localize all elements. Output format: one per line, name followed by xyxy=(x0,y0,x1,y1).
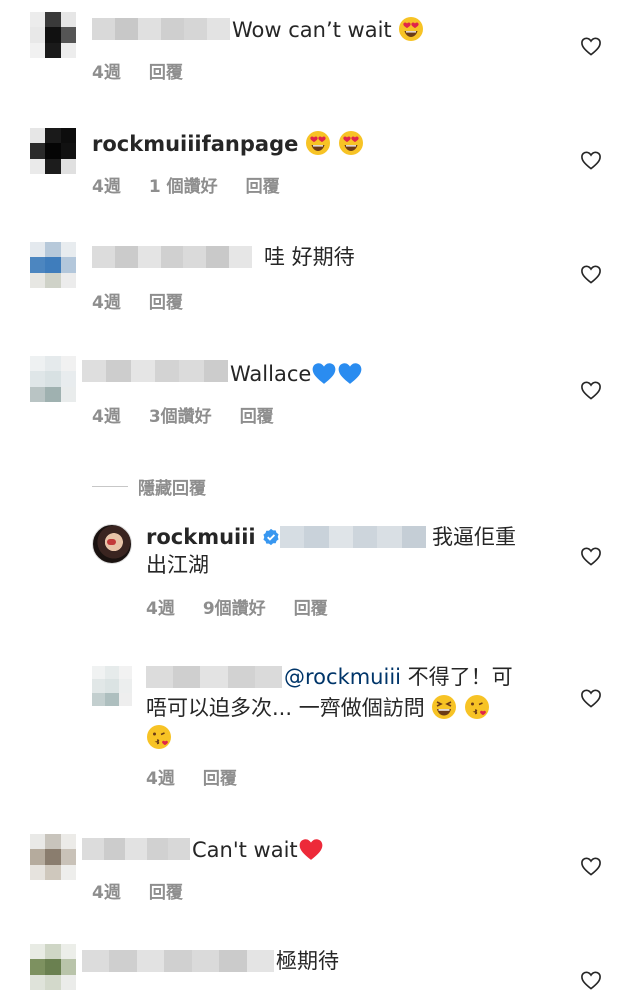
comment-meta: 4週 1 個讚好 回覆 xyxy=(92,172,280,197)
avatar[interactable] xyxy=(30,834,76,880)
avatar[interactable] xyxy=(30,944,76,990)
heart-outline-icon[interactable] xyxy=(580,380,602,400)
hide-replies-toggle[interactable]: 隱藏回覆 xyxy=(92,474,206,499)
reply-button[interactable]: 回覆 xyxy=(149,288,183,313)
avatar[interactable] xyxy=(92,524,132,564)
comment-meta: 4週 回覆 xyxy=(146,764,237,789)
red-heart-emoji xyxy=(298,836,324,862)
reply-button[interactable]: 回覆 xyxy=(149,58,183,83)
blurred-username[interactable] xyxy=(92,246,253,268)
blurred-username[interactable] xyxy=(82,950,274,972)
likes-count[interactable]: 1 個讚好 xyxy=(149,172,218,197)
mention-link[interactable]: @rockmuiii xyxy=(284,665,401,689)
username[interactable]: rockmuiii xyxy=(146,525,256,549)
heart-outline-icon[interactable] xyxy=(580,264,602,284)
avatar[interactable] xyxy=(30,128,76,174)
comment-text-line1: @rockmuiii 不得了！可 xyxy=(284,665,513,689)
comment-meta: 4週 3個讚好 回覆 xyxy=(92,402,274,427)
comment-text-line2: 出江湖 xyxy=(146,553,209,577)
blurred-username[interactable] xyxy=(92,18,230,40)
comment-text: rockmuiiifanpage xyxy=(92,130,364,157)
comment-time: 4週 xyxy=(146,599,175,619)
reply-button[interactable]: 回覆 xyxy=(246,172,280,197)
comment-time: 4週 xyxy=(92,407,121,427)
comment-text-line3 xyxy=(146,724,172,751)
comment-text-line1: 我逼佢重 xyxy=(432,525,516,549)
divider xyxy=(92,486,128,487)
comment-time: 4週 xyxy=(92,883,121,903)
comment-time: 4週 xyxy=(146,769,175,789)
grinning-squint-emoji xyxy=(431,694,457,720)
likes-count[interactable]: 9個讚好 xyxy=(203,594,266,619)
heart-eyes-emoji xyxy=(398,16,424,42)
blue-heart-emoji xyxy=(311,360,337,386)
username[interactable]: rockmuiiifanpage xyxy=(92,132,298,156)
comment-text-line2: 唔可以迫多次... 一齊做個訪問 xyxy=(146,694,490,721)
comment-meta: 4週 9個讚好 回覆 xyxy=(146,594,328,619)
verified-badge-icon xyxy=(263,528,279,546)
heart-outline-icon[interactable] xyxy=(580,150,602,170)
kissing-heart-emoji xyxy=(464,694,490,720)
avatar[interactable] xyxy=(92,666,132,706)
comment-time: 4週 xyxy=(92,63,121,83)
hide-replies-label[interactable]: 隱藏回覆 xyxy=(138,474,206,499)
comment-time: 4週 xyxy=(92,293,121,313)
likes-count[interactable]: 3個讚好 xyxy=(149,402,212,427)
comment-meta: 4週 回覆 xyxy=(92,58,183,83)
reply-button[interactable]: 回覆 xyxy=(294,594,328,619)
heart-outline-icon[interactable] xyxy=(580,970,602,990)
heart-eyes-emoji xyxy=(305,130,331,156)
comment-text: 極期待 xyxy=(276,949,339,973)
comment-meta: 4週 回覆 xyxy=(92,288,183,313)
comment-meta: 4週 回覆 xyxy=(92,878,183,903)
heart-outline-icon[interactable] xyxy=(580,546,602,566)
comment-text: rockmuiii xyxy=(146,524,280,550)
blurred-username[interactable] xyxy=(82,838,190,860)
reply-button[interactable]: 回覆 xyxy=(203,764,237,789)
heart-outline-icon[interactable] xyxy=(580,36,602,56)
avatar[interactable] xyxy=(30,12,76,58)
avatar[interactable] xyxy=(30,356,76,402)
heart-outline-icon[interactable] xyxy=(580,856,602,876)
blurred-username[interactable] xyxy=(82,360,228,382)
comment-text: Wow can’t wait xyxy=(232,16,424,43)
comment-text: Can't wait xyxy=(192,836,324,863)
blue-heart-emoji xyxy=(337,360,363,386)
comment-text: 哇 好期待 xyxy=(264,245,355,269)
blurred-mention[interactable] xyxy=(280,526,426,548)
reply-button[interactable]: 回覆 xyxy=(149,878,183,903)
blurred-username[interactable] xyxy=(146,666,283,688)
kissing-heart-emoji xyxy=(146,724,172,750)
comment-time: 4週 xyxy=(92,177,121,197)
reply-button[interactable]: 回覆 xyxy=(240,402,274,427)
heart-eyes-emoji xyxy=(338,130,364,156)
avatar[interactable] xyxy=(30,242,76,288)
heart-outline-icon[interactable] xyxy=(580,688,602,708)
comment-text: Wallace xyxy=(230,360,363,387)
